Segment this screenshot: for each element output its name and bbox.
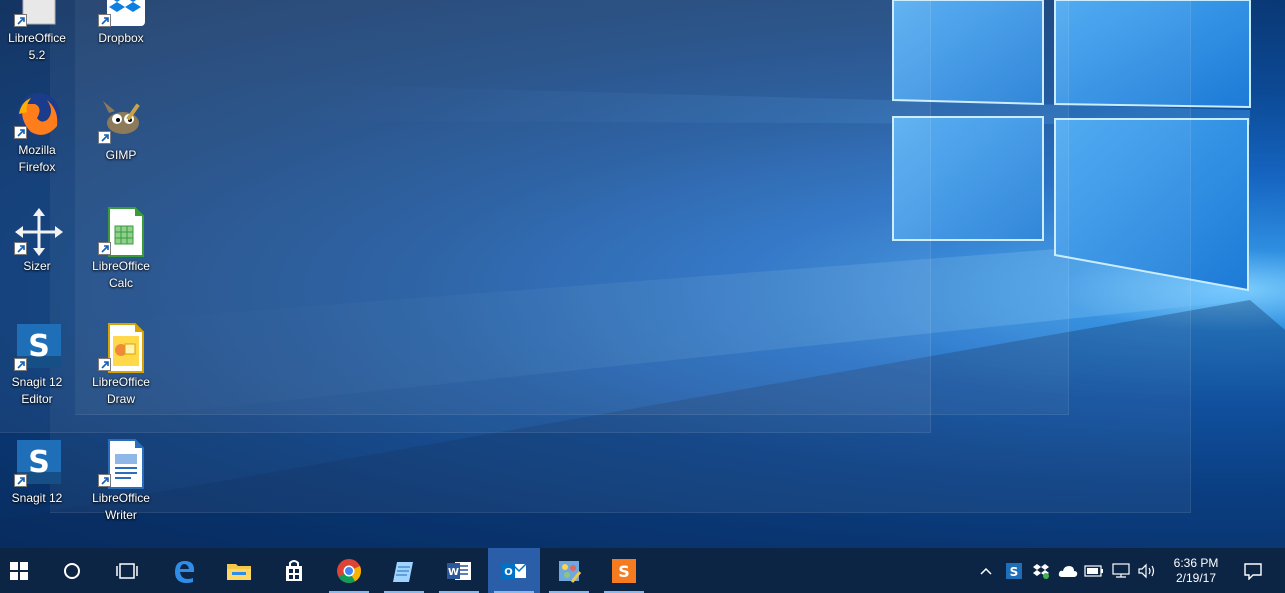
task-view-icon [116, 562, 138, 579]
snagit-capture-icon: S [612, 558, 636, 583]
store-bag-icon [286, 559, 302, 581]
desktop-icon-sizer[interactable]: Sizer [0, 206, 76, 314]
icon-label: Sizer [23, 259, 51, 273]
icon-label: LibreOffice Writer [92, 491, 150, 522]
edge-button[interactable] [158, 548, 210, 593]
dropbox-icon [95, 0, 147, 30]
icon-label: GIMP [105, 148, 137, 162]
desktop-icon-snagit[interactable]: S Snagit 12 [0, 438, 76, 546]
desktop: LibreOffice 5.2 Dropbox Mozilla Firefox [0, 0, 1285, 548]
app-button[interactable] [543, 548, 595, 593]
desktop-icon-dropbox[interactable]: Dropbox [82, 0, 160, 86]
svg-text:S: S [618, 562, 630, 581]
taskbar-clock[interactable]: 6:36 PM 2/19/17 [1164, 556, 1228, 586]
notepad-icon [393, 561, 413, 582]
start-button[interactable] [0, 548, 45, 593]
task-view-button[interactable] [101, 548, 153, 593]
windows-logo-icon [10, 561, 28, 580]
shortcut-arrow-icon [98, 358, 111, 371]
word-button[interactable]: W [433, 548, 485, 593]
svg-text:W: W [448, 567, 459, 578]
svg-text:O: O [504, 567, 513, 578]
snagit-icon: S [11, 438, 63, 490]
outlook-icon: O [502, 562, 527, 579]
folder-icon [227, 563, 251, 580]
cortana-search-button[interactable] [46, 548, 98, 593]
libreoffice-writer-icon [95, 438, 147, 490]
icon-label: LibreOffice Draw [92, 375, 150, 406]
svg-text:S: S [28, 329, 50, 364]
shortcut-arrow-icon [14, 474, 27, 487]
icon-label: Snagit 12 [11, 491, 63, 505]
chrome-icon [337, 558, 362, 583]
desktop-icon-firefox[interactable]: Mozilla Firefox [0, 90, 76, 198]
shortcut-arrow-icon [14, 14, 27, 27]
shortcut-arrow-icon [98, 474, 111, 487]
icon-label: LibreOffice 5.2 [8, 31, 66, 62]
snagit-capture-button[interactable]: S [598, 548, 650, 593]
dropbox-tray-icon[interactable] [1030, 560, 1052, 581]
shortcut-arrow-icon [14, 126, 27, 139]
libreoffice-icon [11, 0, 63, 30]
edge-icon [175, 560, 195, 583]
svg-text:S: S [28, 445, 50, 480]
icon-label: Dropbox [98, 31, 144, 45]
snagit-editor-icon: S [11, 322, 63, 374]
shortcut-arrow-icon [14, 242, 27, 255]
gimp-icon [95, 95, 147, 147]
shortcut-arrow-icon [98, 131, 111, 144]
onedrive-cloud-icon[interactable] [1057, 560, 1079, 581]
notepad-button[interactable] [378, 548, 430, 593]
svg-text:S: S [1010, 565, 1019, 579]
desktop-icon-libreoffice-writer[interactable]: LibreOffice Writer [82, 438, 160, 546]
shortcut-arrow-icon [98, 242, 111, 255]
icon-label: Snagit 12 Editor [11, 375, 63, 406]
libreoffice-calc-icon [95, 206, 147, 258]
desktop-icon-libreoffice-draw[interactable]: LibreOffice Draw [82, 322, 160, 430]
store-button[interactable] [268, 548, 320, 593]
network-icon[interactable] [1110, 560, 1132, 581]
icon-label: LibreOffice Calc [92, 259, 150, 290]
battery-icon[interactable] [1083, 560, 1105, 581]
chevron-up-icon[interactable] [977, 560, 995, 581]
sizer-icon [11, 206, 63, 258]
desktop-icon-libreoffice[interactable]: LibreOffice 5.2 [0, 0, 76, 86]
libreoffice-draw-icon [95, 322, 147, 374]
clock-time: 6:36 PM [1173, 556, 1219, 570]
firefox-icon [11, 90, 63, 142]
shortcut-arrow-icon [14, 358, 27, 371]
desktop-icon-libreoffice-calc[interactable]: LibreOffice Calc [82, 206, 160, 314]
shortcut-arrow-icon [98, 14, 111, 27]
icon-label: Mozilla Firefox [18, 143, 56, 174]
snagit-tray-icon[interactable]: S [1004, 560, 1024, 581]
volume-icon[interactable] [1136, 560, 1158, 581]
file-explorer-button[interactable] [213, 548, 265, 593]
paint-icon [559, 560, 582, 583]
desktop-icon-snagit-editor[interactable]: S Snagit 12 Editor [0, 322, 76, 430]
desktop-icon-gimp[interactable]: GIMP [82, 95, 160, 203]
word-icon: W [447, 561, 471, 580]
windows-logo-wallpaper [892, 0, 1251, 292]
action-center-icon[interactable] [1240, 560, 1266, 581]
clock-date: 2/19/17 [1175, 571, 1217, 585]
outlook-button[interactable]: O [488, 548, 540, 593]
circle-icon [64, 562, 80, 579]
chrome-button[interactable] [323, 548, 375, 593]
taskbar: W O S S 6:36 PM 2/19/17 [0, 548, 1285, 593]
